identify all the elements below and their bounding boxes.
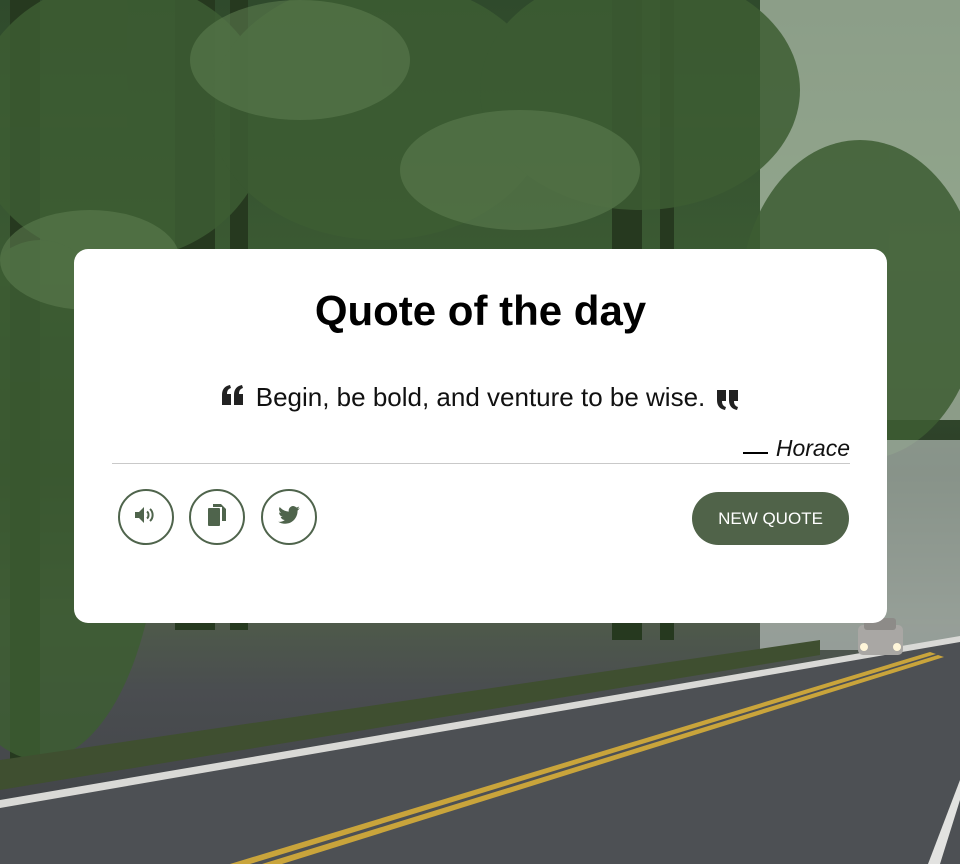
quote-row: Begin, be bold, and venture to be wise. [74, 377, 887, 417]
quote-author: Horace [775, 435, 850, 461]
speak-button[interactable] [118, 489, 174, 545]
copy-icon [208, 503, 226, 531]
author-row: Horace [742, 435, 850, 462]
close-quote-icon [717, 377, 739, 417]
twitter-icon [278, 505, 300, 529]
copy-button[interactable] [189, 489, 245, 545]
tweet-button[interactable] [261, 489, 317, 545]
quote-card: Quote of the day Begin, be bold, and ven… [74, 249, 887, 623]
open-quote-icon [221, 377, 244, 417]
divider [112, 463, 850, 464]
card-title: Quote of the day [314, 287, 647, 334]
new-quote-button[interactable]: NEW QUOTE [692, 492, 849, 545]
author-dash [742, 451, 768, 454]
quote-text: Begin, be bold, and venture to be wise. [255, 382, 706, 412]
speaker-icon [134, 505, 158, 530]
